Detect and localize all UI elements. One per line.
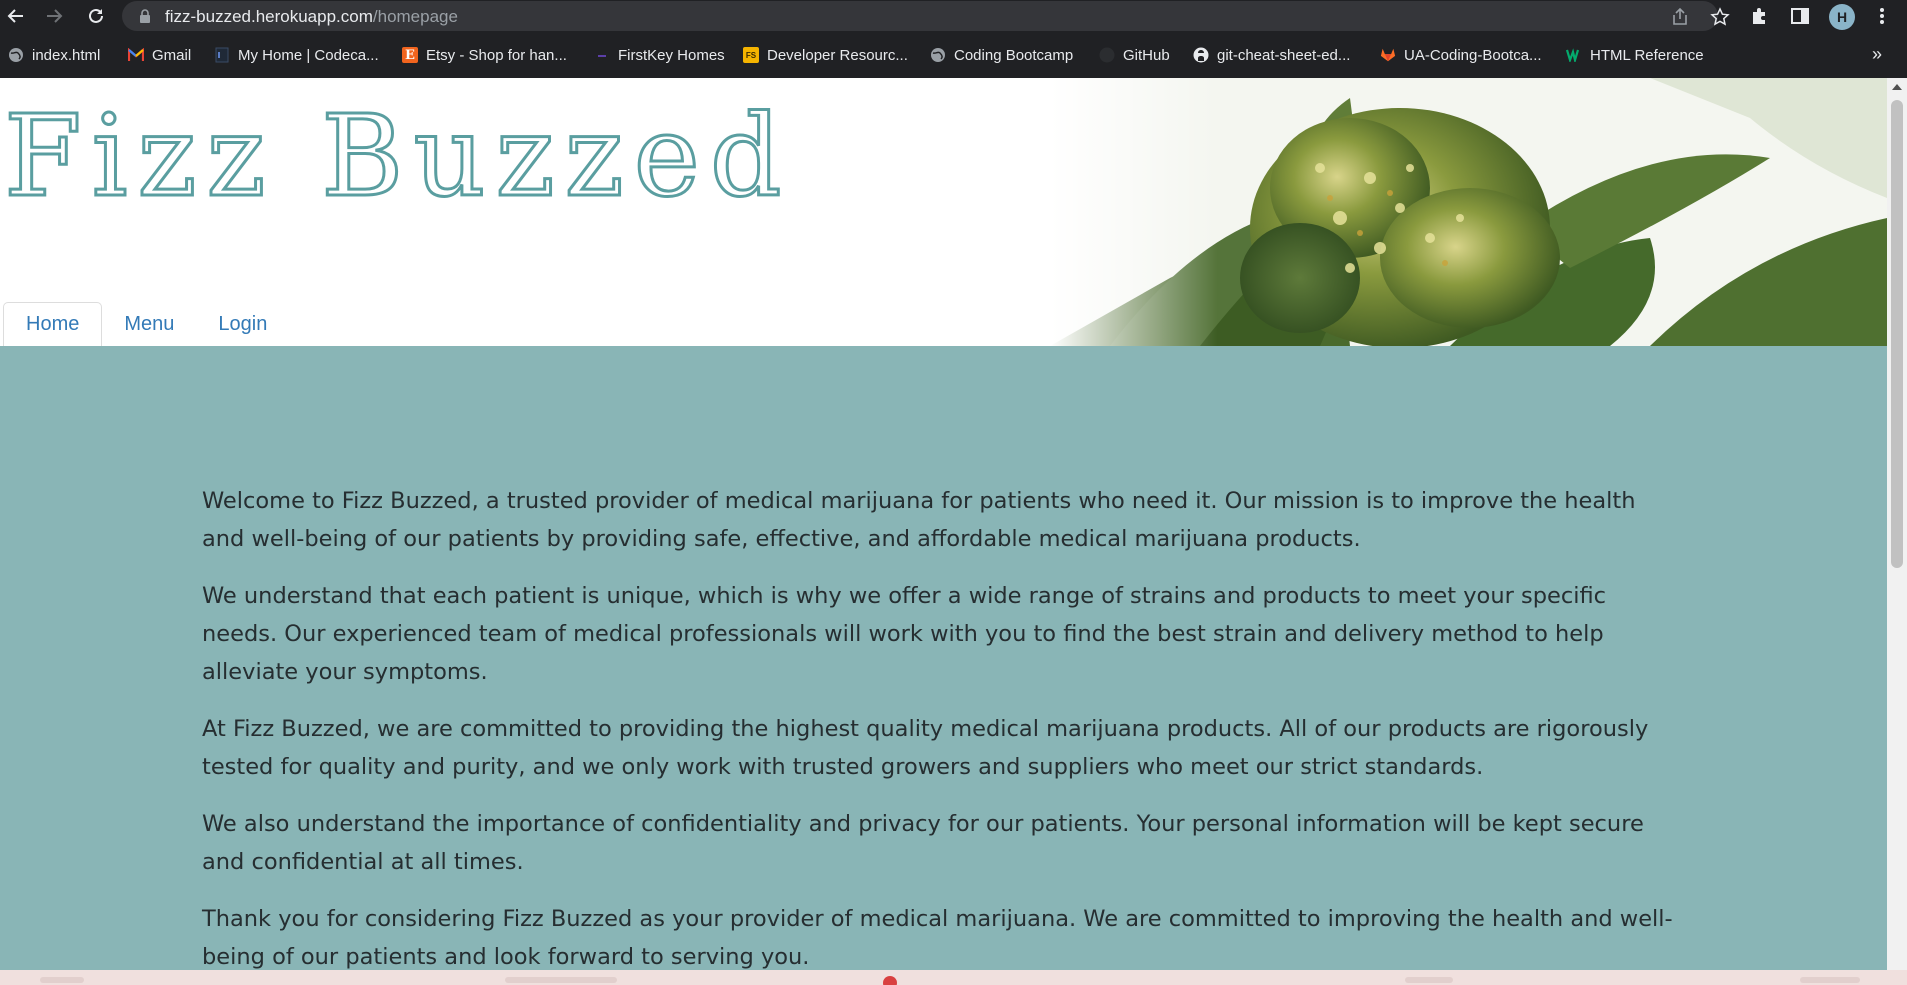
bookmark-label: GitHub <box>1123 46 1170 64</box>
side-panel-button[interactable] <box>1789 5 1811 27</box>
bookmark-label: git-cheat-sheet-ed... <box>1217 46 1351 64</box>
bookmark-star-icon[interactable] <box>1710 7 1730 27</box>
os-taskbar <box>0 970 1907 985</box>
main-content: Welcome to Fizz Buzzed, a trusted provid… <box>0 346 1887 970</box>
bookmark-label: Coding Bootcamp <box>954 46 1074 64</box>
site-header: Fizz Buzzed Home Menu Login <box>0 78 1887 346</box>
reload-icon <box>89 8 103 23</box>
bookmark-index-html[interactable]: index.html <box>8 45 100 65</box>
bookmark-gmail[interactable]: Gmail <box>128 45 191 65</box>
cannabis-plant-image <box>1050 78 1887 346</box>
arrow-right-icon <box>47 9 63 23</box>
browser-toolbar: fizz-buzzed.herokuapp.com/homepage H <box>0 0 1907 32</box>
paragraph-unique-patients: We understand that each patient is uniqu… <box>202 583 1606 685</box>
lock-icon <box>140 9 150 23</box>
page-scrollbar[interactable] <box>1887 78 1907 970</box>
tab-home[interactable]: Home <box>3 302 103 346</box>
tab-menu[interactable]: Menu <box>102 302 196 346</box>
fs-icon: FS <box>743 47 759 63</box>
bookmark-ua-coding-bootcamp[interactable]: UA-Coding-Bootca... <box>1380 45 1542 65</box>
side-panel-icon <box>1791 8 1809 24</box>
gmail-icon <box>128 47 144 63</box>
firstkey-icon <box>594 47 610 63</box>
globe-icon <box>930 47 946 63</box>
bookmarks-bar: index.html Gmail My Home | Codeca... E E… <box>0 32 1907 78</box>
bookmark-label: Etsy - Shop for han... <box>426 46 567 64</box>
gitlab-icon <box>1380 47 1396 63</box>
bookmark-label: UA-Coding-Bootca... <box>1404 46 1542 64</box>
paragraph-thank-you: Thank you for considering Fizz Buzzed as… <box>202 906 1673 970</box>
forward-button[interactable] <box>42 4 66 28</box>
extensions-button[interactable] <box>1749 5 1771 27</box>
about-text: Welcome to Fizz Buzzed, a trusted provid… <box>202 482 1682 970</box>
bookmarks-overflow-button[interactable]: » <box>1872 44 1882 65</box>
tab-login[interactable]: Login <box>196 302 289 346</box>
url-path: /homepage <box>372 7 458 26</box>
kebab-menu-icon <box>1880 8 1884 24</box>
bookmark-etsy[interactable]: E Etsy - Shop for han... <box>402 45 567 65</box>
w3-icon <box>1566 47 1582 63</box>
back-button[interactable] <box>4 4 28 28</box>
address-bar[interactable]: fizz-buzzed.herokuapp.com/homepage <box>122 1 1730 31</box>
taskbar-clock <box>1800 977 1860 983</box>
etsy-icon: E <box>402 47 418 63</box>
bookmark-github[interactable]: GitHub <box>1099 45 1170 65</box>
bookmark-developer-resources[interactable]: FS Developer Resourc... <box>743 45 908 65</box>
share-icon[interactable] <box>1670 7 1690 27</box>
taskbar-item[interactable] <box>40 977 84 983</box>
nav-tabs: Home Menu Login <box>3 302 289 346</box>
page-viewport: Fizz Buzzed Home Menu Login Welcome to F… <box>0 78 1887 970</box>
bookmark-codecademy[interactable]: My Home | Codeca... <box>214 45 379 65</box>
codecademy-icon <box>214 47 230 63</box>
browser-menu-button[interactable] <box>1871 5 1893 27</box>
globe-icon <box>8 47 24 63</box>
url-host: fizz-buzzed.herokuapp.com <box>165 7 373 26</box>
paragraph-privacy: We also understand the importance of con… <box>202 811 1644 875</box>
github-icon <box>1099 47 1115 63</box>
taskbar-item[interactable] <box>505 977 617 983</box>
bookmark-label: index.html <box>32 46 101 64</box>
scroll-thumb[interactable] <box>1891 100 1903 568</box>
bookmark-html-reference[interactable]: HTML Reference <box>1566 45 1704 65</box>
bookmark-label: Developer Resourc... <box>767 46 908 64</box>
taskbar-item[interactable] <box>1405 977 1453 983</box>
puzzle-icon <box>1753 8 1765 24</box>
bookmark-git-cheat-sheet[interactable]: git-cheat-sheet-ed... <box>1193 45 1350 65</box>
bookmark-label: My Home | Codeca... <box>238 46 379 64</box>
github-icon <box>1193 47 1209 63</box>
reload-button[interactable] <box>84 4 108 28</box>
arrow-left-icon <box>7 9 23 23</box>
profile-avatar[interactable]: H <box>1829 4 1855 30</box>
taskbar-app-icon[interactable] <box>883 976 897 985</box>
paragraph-welcome: Welcome to Fizz Buzzed, a trusted provid… <box>202 488 1636 552</box>
paragraph-quality: At Fizz Buzzed, we are committed to prov… <box>202 716 1649 780</box>
bookmark-firstkey[interactable]: FirstKey Homes <box>594 45 725 65</box>
bookmark-label: Gmail <box>152 46 192 64</box>
bookmark-label: HTML Reference <box>1590 46 1704 64</box>
bookmark-coding-bootcamp[interactable]: Coding Bootcamp <box>930 45 1073 65</box>
bookmark-label: FirstKey Homes <box>618 46 725 64</box>
scroll-up-arrow-icon[interactable] <box>1892 84 1902 90</box>
url-text: fizz-buzzed.herokuapp.com/homepage <box>165 7 458 27</box>
site-title: Fizz Buzzed <box>3 91 792 224</box>
